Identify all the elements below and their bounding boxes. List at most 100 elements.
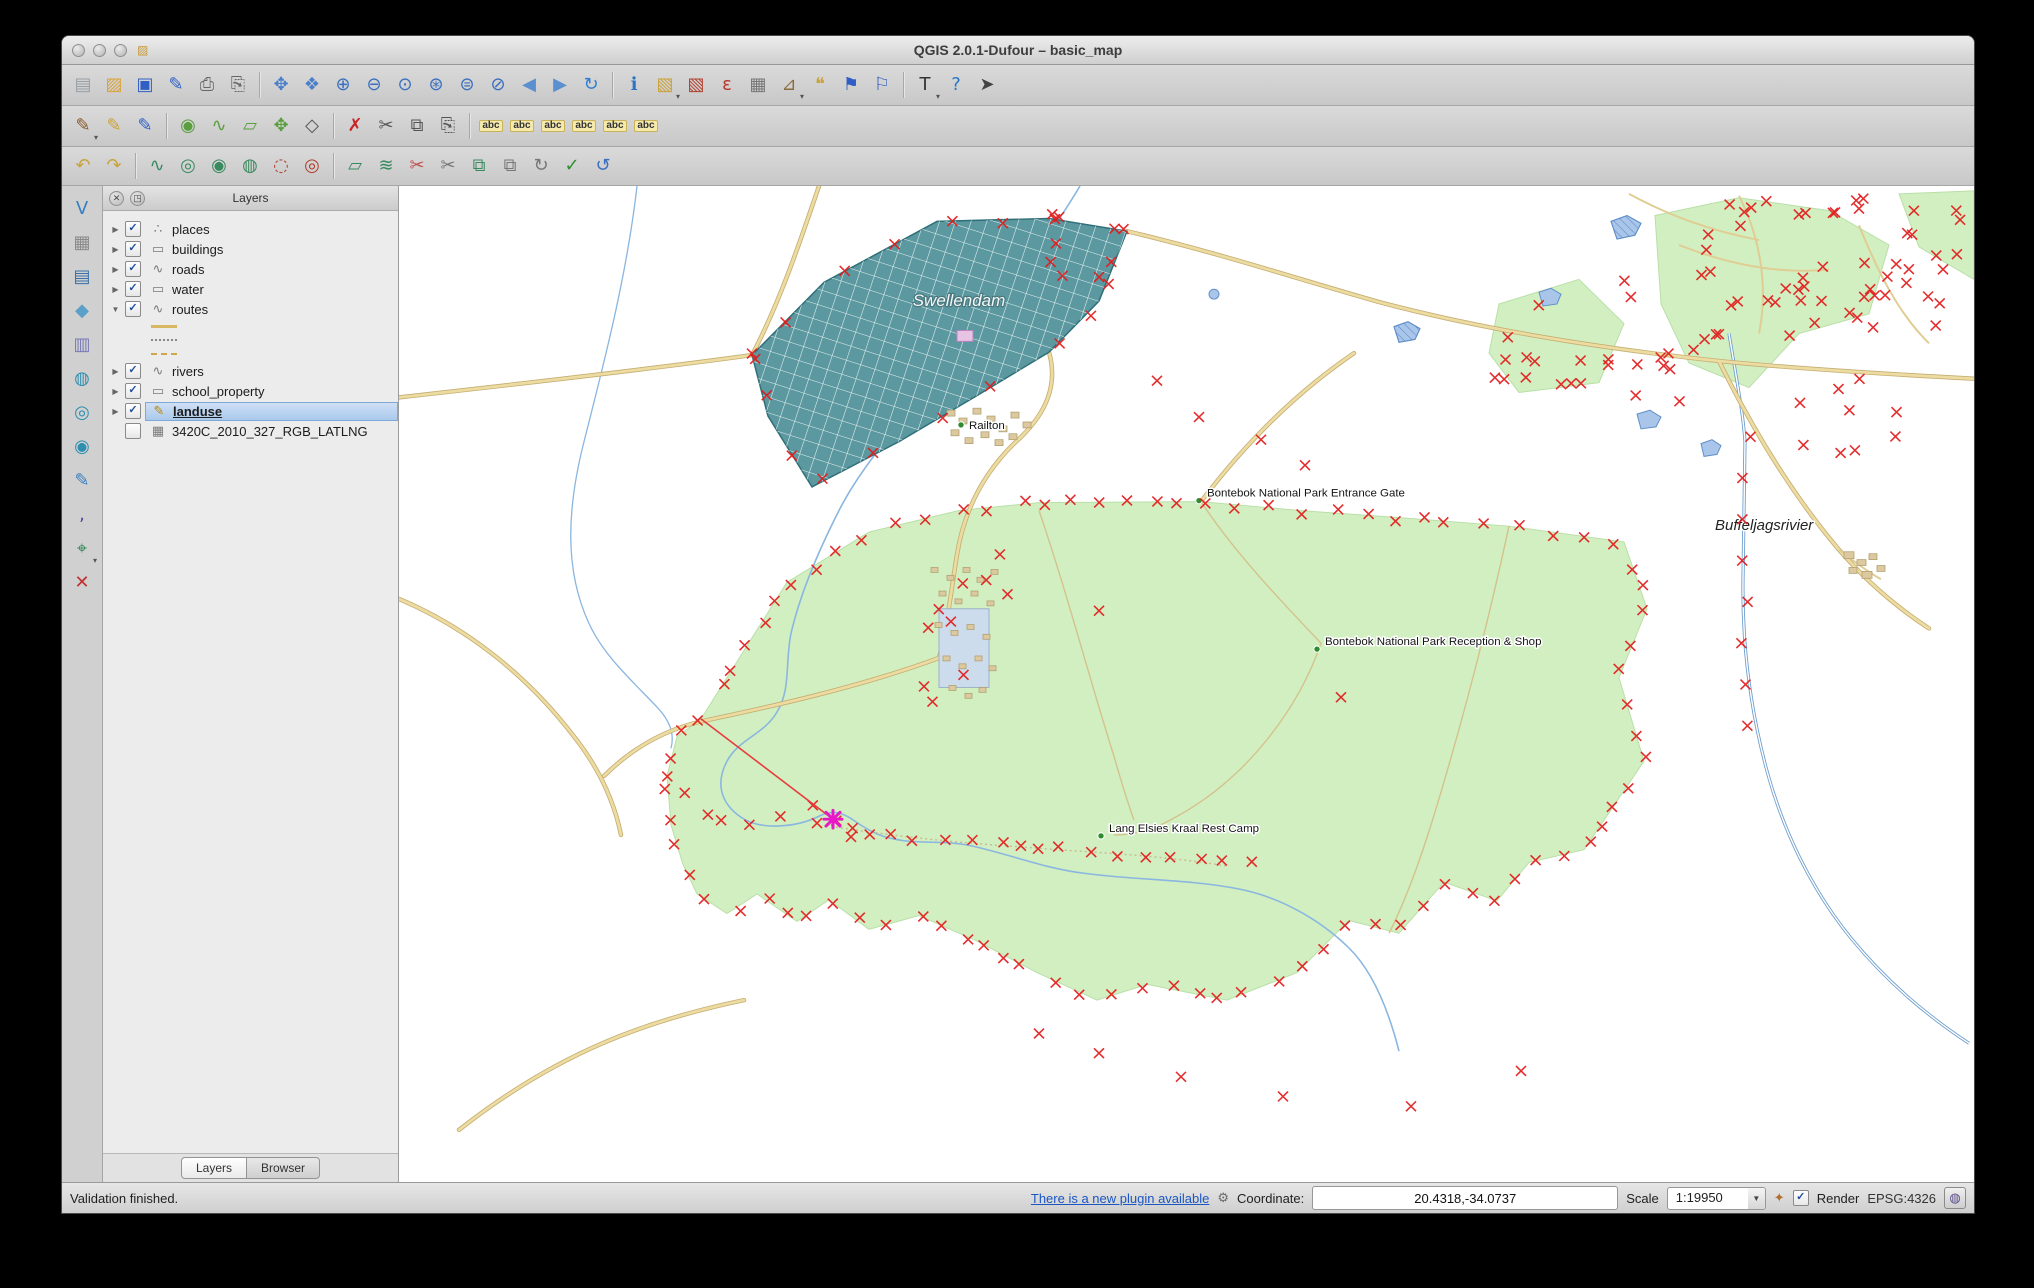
new-print-composer-button[interactable]: ⎙ xyxy=(192,70,222,100)
split-parts-button[interactable]: ✂ xyxy=(433,151,463,181)
toggle-editing-button[interactable]: ✎ xyxy=(99,111,129,141)
layer-visibility-checkbox[interactable]: ✓ xyxy=(125,363,141,379)
zoom-last-button[interactable]: ◀ xyxy=(514,70,544,100)
layer-visibility-checkbox[interactable]: ✓ xyxy=(125,281,141,297)
layer-item-routes[interactable]: ▼ ✓ ∿ routes xyxy=(103,299,398,319)
delete-ring-button[interactable]: ◌ xyxy=(266,151,296,181)
zoom-button[interactable] xyxy=(114,43,127,57)
offset-curve-button[interactable]: ≋ xyxy=(371,151,401,181)
expand-arrow-icon[interactable]: ▶ xyxy=(110,225,121,234)
help-contents-button[interactable]: ? xyxy=(941,70,971,100)
label-rotate-button[interactable]: abc xyxy=(600,111,630,141)
layer-item-school_property[interactable]: ▶ ✓ ▭ school_property xyxy=(103,381,398,401)
new-bookmark-button[interactable]: ⚑ xyxy=(836,70,866,100)
identify-features-button[interactable]: ℹ xyxy=(619,70,649,100)
add-feature-line-button[interactable]: ∿ xyxy=(204,111,234,141)
expand-arrow-icon[interactable]: ▶ xyxy=(110,367,121,376)
panel-tab-browser[interactable]: Browser xyxy=(246,1157,321,1179)
expand-arrow-icon[interactable]: ▶ xyxy=(110,387,121,396)
rollback-edits-button[interactable]: ↺ xyxy=(588,151,618,181)
expand-arrow-icon[interactable]: ▶ xyxy=(110,265,121,274)
rotate-point-symbols-button[interactable]: ↻ xyxy=(526,151,556,181)
current-edits-button[interactable]: ✎ ▾ xyxy=(68,111,98,143)
paste-features-button[interactable]: ⎘ xyxy=(433,111,463,141)
text-annotation-button[interactable]: T ▾ xyxy=(910,70,941,102)
delete-part-button[interactable]: ◎ xyxy=(297,151,327,181)
expand-arrow-icon[interactable]: ▶ xyxy=(110,407,121,416)
add-wcs-layer-button[interactable]: ◎ xyxy=(67,398,97,428)
label-show-hide-button[interactable]: abc xyxy=(538,111,568,141)
pan-to-selection-button[interactable]: ❖ xyxy=(297,70,327,100)
whats-this-button[interactable]: ➤ xyxy=(972,70,1002,100)
cut-features-button[interactable]: ✂ xyxy=(371,111,401,141)
redo-button[interactable]: ↷ xyxy=(99,151,129,181)
remove-layer-button[interactable]: ✕ xyxy=(67,568,97,598)
add-wfs-layer-button[interactable]: ◉ xyxy=(67,432,97,462)
add-feature-polygon-button[interactable]: ▱ xyxy=(235,111,265,141)
layer-item-water[interactable]: ▶ ✓ ▭ water xyxy=(103,279,398,299)
refresh-map-button[interactable]: ↻ xyxy=(576,70,606,100)
deselect-features-button[interactable]: ▧ xyxy=(681,70,711,100)
expand-arrow-icon[interactable]: ▶ xyxy=(110,285,121,294)
delete-selected-button[interactable]: ✗ xyxy=(340,111,370,141)
open-project-button[interactable]: ▨ xyxy=(99,70,129,100)
add-gps-layer-button[interactable]: ⌖ ▾ xyxy=(67,534,97,566)
add-spatialite-layer-button[interactable]: ◆ xyxy=(67,296,97,326)
minimize-button[interactable] xyxy=(93,43,106,57)
add-mssql-layer-button[interactable]: ▥ xyxy=(67,330,97,360)
save-project-button[interactable]: ▣ xyxy=(130,70,160,100)
merge-features-button[interactable]: ⧉ xyxy=(464,151,494,181)
split-features-button[interactable]: ✂ xyxy=(402,151,432,181)
layer-item-3420C_2010_327_RGB_LATLNG[interactable]: ▦ 3420C_2010_327_RGB_LATLNG xyxy=(103,421,398,441)
measure-button[interactable]: ⊿ ▾ xyxy=(774,70,804,102)
layer-visibility-checkbox[interactable]: ✓ xyxy=(125,221,141,237)
composer-manager-button[interactable]: ⎘ xyxy=(223,70,253,100)
simplify-feature-button[interactable]: ∿ xyxy=(142,151,172,181)
layer-item-rivers[interactable]: ▶ ✓ ∿ rivers xyxy=(103,361,398,381)
add-delimited-text-layer-button[interactable]: , xyxy=(67,500,97,530)
add-feature-point-button[interactable]: ◉ xyxy=(173,111,203,141)
zoom-next-button[interactable]: ▶ xyxy=(545,70,575,100)
panel-tab-layers[interactable]: Layers xyxy=(180,1157,247,1179)
layer-visibility-checkbox[interactable] xyxy=(125,423,141,439)
check-validity-button[interactable]: ✓ xyxy=(557,151,587,181)
layer-item-places[interactable]: ▶ ✓ ∴ places xyxy=(103,219,398,239)
stop-rendering-icon[interactable]: ✦ xyxy=(1774,1191,1785,1206)
save-layer-edits-button[interactable]: ✎ xyxy=(130,111,160,141)
pan-map-button[interactable]: ✥ xyxy=(266,70,296,100)
new-shapefile-layer-button[interactable]: ✎ xyxy=(67,466,97,496)
zoom-to-layer-button[interactable]: ⊘ xyxy=(483,70,513,100)
add-vector-layer-button[interactable]: V xyxy=(67,194,97,224)
close-button[interactable] xyxy=(72,43,85,57)
layer-visibility-checkbox[interactable]: ✓ xyxy=(125,383,141,399)
add-postgis-layer-button[interactable]: ▤ xyxy=(67,262,97,292)
map-canvas[interactable]: Swellendam Railton Bontebok National Par… xyxy=(399,186,1974,1182)
move-feature-button[interactable]: ✥ xyxy=(266,111,296,141)
save-project-as-button[interactable]: ✎ xyxy=(161,70,191,100)
add-part-button[interactable]: ◉ xyxy=(204,151,234,181)
add-wms-layer-button[interactable]: ◍ xyxy=(67,364,97,394)
zoom-actual-size-button[interactable]: ⊙ xyxy=(390,70,420,100)
select-by-expression-button[interactable]: ε xyxy=(712,70,742,100)
layer-visibility-checkbox[interactable]: ✓ xyxy=(125,241,141,257)
open-attribute-table-button[interactable]: ▦ xyxy=(743,70,773,100)
select-features-button[interactable]: ▧ ▾ xyxy=(650,70,680,102)
add-ring-button[interactable]: ◎ xyxy=(173,151,203,181)
new-project-button[interactable]: ▤ xyxy=(68,70,98,100)
fill-ring-button[interactable]: ◍ xyxy=(235,151,265,181)
plugin-icon[interactable]: ⚙ xyxy=(1217,1191,1229,1206)
copy-features-button[interactable]: ⧉ xyxy=(402,111,432,141)
layer-item-buildings[interactable]: ▶ ✓ ▭ buildings xyxy=(103,239,398,259)
layer-item-roads[interactable]: ▶ ✓ ∿ roads xyxy=(103,259,398,279)
show-bookmarks-button[interactable]: ⚐ xyxy=(867,70,897,100)
add-raster-layer-button[interactable]: ▦ xyxy=(67,228,97,258)
coordinate-input[interactable] xyxy=(1312,1186,1619,1210)
new-plugin-link[interactable]: There is a new plugin available xyxy=(1031,1191,1210,1206)
undo-button[interactable]: ↶ xyxy=(68,151,98,181)
scale-dropdown-arrow-icon[interactable]: ▼ xyxy=(1747,1187,1765,1209)
crs-status-button[interactable]: ◍ xyxy=(1944,1187,1966,1209)
reshape-features-button[interactable]: ▱ xyxy=(340,151,370,181)
merge-attributes-button[interactable]: ⧉ xyxy=(495,151,525,181)
expand-arrow-icon[interactable]: ▼ xyxy=(110,305,121,314)
zoom-full-extent-button[interactable]: ⊛ xyxy=(421,70,451,100)
